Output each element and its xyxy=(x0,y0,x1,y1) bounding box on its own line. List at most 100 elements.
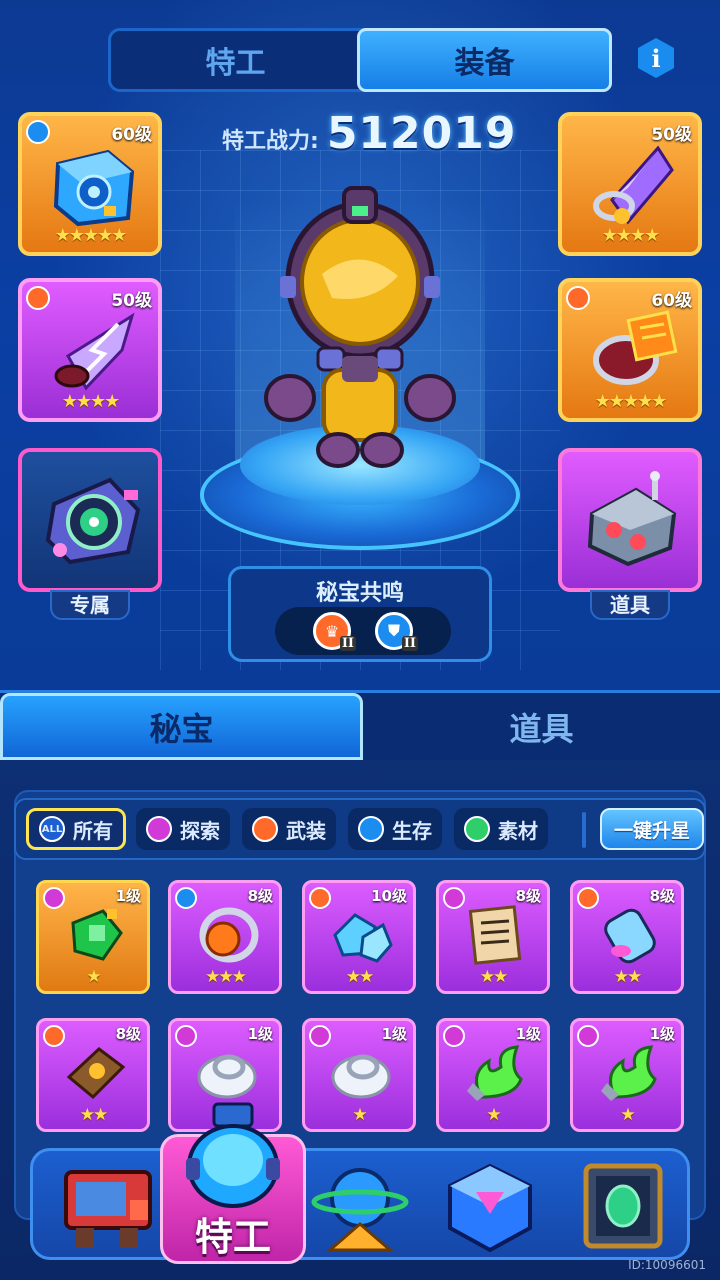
equip-slot-left-2[interactable]: 50级 ★★★★ xyxy=(18,278,162,422)
item-stars: ★★ xyxy=(345,967,374,987)
ice-crystal-icon xyxy=(333,913,393,963)
slot-level: 50级 xyxy=(651,125,692,145)
canister-icon xyxy=(604,908,656,964)
treasure-item[interactable]: 1级 ★ xyxy=(36,880,150,994)
all-icon: ALL xyxy=(39,816,65,842)
fur-ring-icon xyxy=(331,1054,391,1099)
purple-crystal-icon xyxy=(593,145,674,225)
item-level: 1级 xyxy=(515,1025,541,1043)
item-level: 1级 xyxy=(115,887,141,905)
lightning-crystal-icon xyxy=(54,312,135,391)
item-level: 8级 xyxy=(515,887,541,905)
treasure-item[interactable]: 8级 ★★ xyxy=(570,880,684,994)
treasure-item[interactable]: 8级 ★★ xyxy=(436,880,550,994)
filter-label: 所有 xyxy=(73,818,113,843)
slot-stars: ★★★★★ xyxy=(594,391,668,412)
treasure-item[interactable]: 1级 ★ xyxy=(302,1018,416,1132)
treasure-item[interactable]: 8级 ★★★ xyxy=(168,880,282,994)
slot-level: 60级 xyxy=(111,125,152,145)
main-tab-bar: 秘宝 道具 xyxy=(0,690,720,760)
filter-material[interactable]: 素材 xyxy=(454,808,548,850)
ring-map-icon xyxy=(593,310,678,385)
equip-slot-exclusive[interactable] xyxy=(18,448,162,592)
explore-icon xyxy=(443,887,465,909)
green-flame-icon xyxy=(467,1045,523,1101)
equip-slot-right-2[interactable]: 60级 ★★★★★ xyxy=(558,278,702,422)
tab-treasure[interactable]: 秘宝 xyxy=(0,693,363,760)
exclusive-label: 专属 xyxy=(50,590,130,620)
nav-shop-icon[interactable] xyxy=(58,1162,158,1252)
slot-level: 60级 xyxy=(651,291,692,311)
green-gem-device-icon xyxy=(71,909,123,961)
green-flame-icon xyxy=(601,1045,657,1101)
shield-icon xyxy=(26,120,50,144)
item-level: 1级 xyxy=(381,1025,407,1043)
agent-power: 特工战力: 512019 xyxy=(222,108,517,159)
filter-explore[interactable]: 探索 xyxy=(136,808,230,850)
filter-all[interactable]: ALL 所有 xyxy=(26,808,126,850)
resonance-badges: ♛ II ⛊ II xyxy=(275,607,451,655)
nav-agent-label: 特工 xyxy=(194,1215,271,1259)
shield-icon xyxy=(358,816,384,842)
crown-icon: ♛ II xyxy=(313,612,356,651)
treasure-item[interactable]: 1级 ★ xyxy=(436,1018,550,1132)
filter-label: 生存 xyxy=(392,818,432,843)
watch-device-icon xyxy=(45,477,141,565)
equip-slot-right-1[interactable]: 50级 ★★★★ xyxy=(558,112,702,256)
treasure-item[interactable]: 1级 ★ xyxy=(570,1018,684,1132)
item-stars: ★★ xyxy=(613,967,642,987)
slot-level: 50级 xyxy=(111,291,152,311)
crown-icon xyxy=(26,286,50,310)
crown-icon xyxy=(577,887,599,909)
power-label: 特工战力: xyxy=(222,129,319,154)
agent-character[interactable] xyxy=(262,184,458,474)
slot-stars: ★★★★ xyxy=(61,391,121,412)
explore-icon xyxy=(43,887,65,909)
item-level: 10级 xyxy=(371,887,407,905)
slot-stars: ★★★★ xyxy=(601,225,661,246)
tier-label: II xyxy=(339,636,356,651)
shield-icon: ⛊ II xyxy=(375,612,418,651)
item-level: 1级 xyxy=(649,1025,675,1043)
upgrade-all-stars-button[interactable]: 一键升星 xyxy=(600,808,704,850)
equip-slot-item[interactable] xyxy=(558,448,702,592)
tab-items[interactable]: 道具 xyxy=(363,693,720,760)
treasure-item[interactable]: 10级 ★★ xyxy=(302,880,416,994)
nav-planet-icon[interactable] xyxy=(310,1162,410,1252)
item-level: 1级 xyxy=(247,1025,273,1043)
gadget-device-icon xyxy=(587,471,677,567)
crown-icon xyxy=(566,286,590,310)
item-level: 8级 xyxy=(247,887,273,905)
item-stars: ★★★ xyxy=(205,967,247,987)
item-level: 8级 xyxy=(115,1025,141,1043)
treasure-resonance-panel[interactable]: 秘宝共鸣 ♛ II ⛊ II xyxy=(228,566,492,662)
tab-agent[interactable]: 特工 xyxy=(111,31,360,89)
equip-slot-left-1[interactable]: 60级 ★★★★★ xyxy=(18,112,162,256)
item-stars: ★★ xyxy=(479,967,508,987)
item-stars: ★ xyxy=(486,1105,501,1125)
divider xyxy=(582,812,586,848)
explore-icon xyxy=(577,1025,599,1047)
top-tab-bar: 特工 装备 xyxy=(108,28,612,92)
tier-label: II xyxy=(401,636,418,651)
filter-armed[interactable]: 武装 xyxy=(242,808,336,850)
filter-survive[interactable]: 生存 xyxy=(348,808,442,850)
nav-agent-icon[interactable] xyxy=(178,1100,288,1210)
explore-icon xyxy=(443,1025,465,1047)
eye-chart-icon xyxy=(468,905,522,965)
explore-icon xyxy=(175,1025,197,1047)
explore-icon xyxy=(146,816,172,842)
filter-bar: ALL 所有 探索 武装 生存 素材 一键升星 xyxy=(14,798,706,860)
explore-icon xyxy=(309,1025,331,1047)
crown-icon xyxy=(252,816,278,842)
crown-icon xyxy=(43,1025,65,1047)
shield-icon xyxy=(175,887,197,909)
fire-ring-icon xyxy=(199,907,259,963)
nav-frame-icon[interactable] xyxy=(576,1162,676,1252)
treasure-item[interactable]: 8级 ★★ xyxy=(36,1018,150,1132)
filter-label: 探索 xyxy=(180,818,220,843)
tab-equipment[interactable]: 装备 xyxy=(357,28,612,92)
item-stars: ★ xyxy=(352,1105,367,1125)
item-level: 8级 xyxy=(649,887,675,905)
nav-cube-icon[interactable] xyxy=(440,1162,540,1252)
